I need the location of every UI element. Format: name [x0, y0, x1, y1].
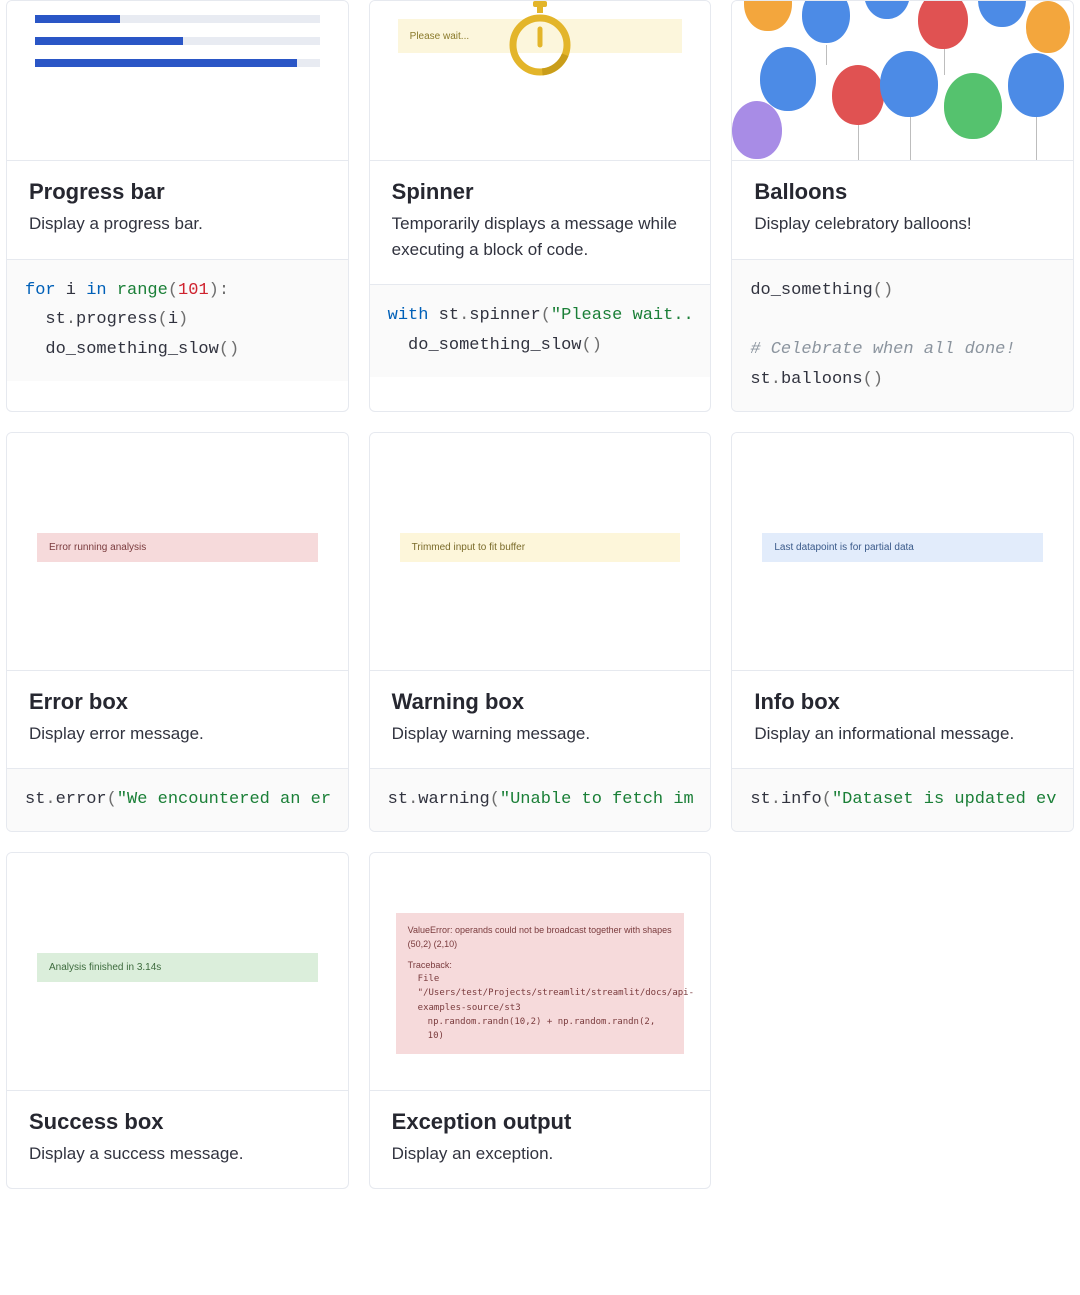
- card-desc: Display a success message.: [29, 1141, 326, 1167]
- error-message: Error running analysis: [37, 533, 318, 562]
- card-desc: Display an exception.: [392, 1141, 689, 1167]
- card-warning-box[interactable]: Trimmed input to fit buffer Warning box …: [369, 432, 712, 832]
- preview-warning: Trimmed input to fit buffer: [370, 433, 711, 671]
- card-title: Info box: [754, 689, 1051, 715]
- card-title: Spinner: [392, 179, 689, 205]
- card-title: Error box: [29, 689, 326, 715]
- card-grid: Progress bar Display a progress bar. for…: [6, 0, 1074, 1189]
- code-block: st.warning("Unable to fetch im: [370, 768, 711, 831]
- success-message: Analysis finished in 3.14s: [37, 953, 318, 982]
- card-title: Success box: [29, 1109, 326, 1135]
- card-desc: Display a progress bar.: [29, 211, 326, 237]
- card-desc: Display warning message.: [392, 721, 689, 747]
- card-exception-output[interactable]: ValueError: operands could not be broadc…: [369, 852, 712, 1190]
- card-desc: Display error message.: [29, 721, 326, 747]
- spinner-text: Please wait...: [410, 31, 469, 42]
- stopwatch-icon: [503, 1, 577, 81]
- preview-balloons: [732, 1, 1073, 161]
- card-title: Balloons: [754, 179, 1051, 205]
- exception-message: ValueError: operands could not be broadc…: [396, 913, 685, 1054]
- card-title: Warning box: [392, 689, 689, 715]
- code-block: for i in range(101): st.progress(i) do_s…: [7, 259, 348, 381]
- code-block: st.error("We encountered an er: [7, 768, 348, 831]
- preview-error: Error running analysis: [7, 433, 348, 671]
- code-block: st.info("Dataset is updated ev: [732, 768, 1073, 831]
- preview-info: Last datapoint is for partial data: [732, 433, 1073, 671]
- card-title: Exception output: [392, 1109, 689, 1135]
- card-success-box[interactable]: Analysis finished in 3.14s Success box D…: [6, 852, 349, 1190]
- preview-exception: ValueError: operands could not be broadc…: [370, 853, 711, 1091]
- preview-progress: [7, 1, 348, 161]
- code-block: with st.spinner("Please wait.. do_someth…: [370, 284, 711, 377]
- card-title: Progress bar: [29, 179, 326, 205]
- info-message: Last datapoint is for partial data: [762, 533, 1043, 562]
- preview-spinner: Please wait...: [370, 1, 711, 161]
- card-progress-bar[interactable]: Progress bar Display a progress bar. for…: [6, 0, 349, 412]
- code-block: do_something() # Celebrate when all done…: [732, 259, 1073, 411]
- card-spinner[interactable]: Please wait... Spinner Temporarily displ…: [369, 0, 712, 412]
- card-desc: Display celebratory balloons!: [754, 211, 1051, 237]
- card-info-box[interactable]: Last datapoint is for partial data Info …: [731, 432, 1074, 832]
- card-error-box[interactable]: Error running analysis Error box Display…: [6, 432, 349, 832]
- warning-message: Trimmed input to fit buffer: [400, 533, 681, 562]
- preview-success: Analysis finished in 3.14s: [7, 853, 348, 1091]
- card-desc: Temporarily displays a message while exe…: [392, 211, 689, 262]
- card-balloons[interactable]: Balloons Display celebratory balloons! d…: [731, 0, 1074, 412]
- card-desc: Display an informational message.: [754, 721, 1051, 747]
